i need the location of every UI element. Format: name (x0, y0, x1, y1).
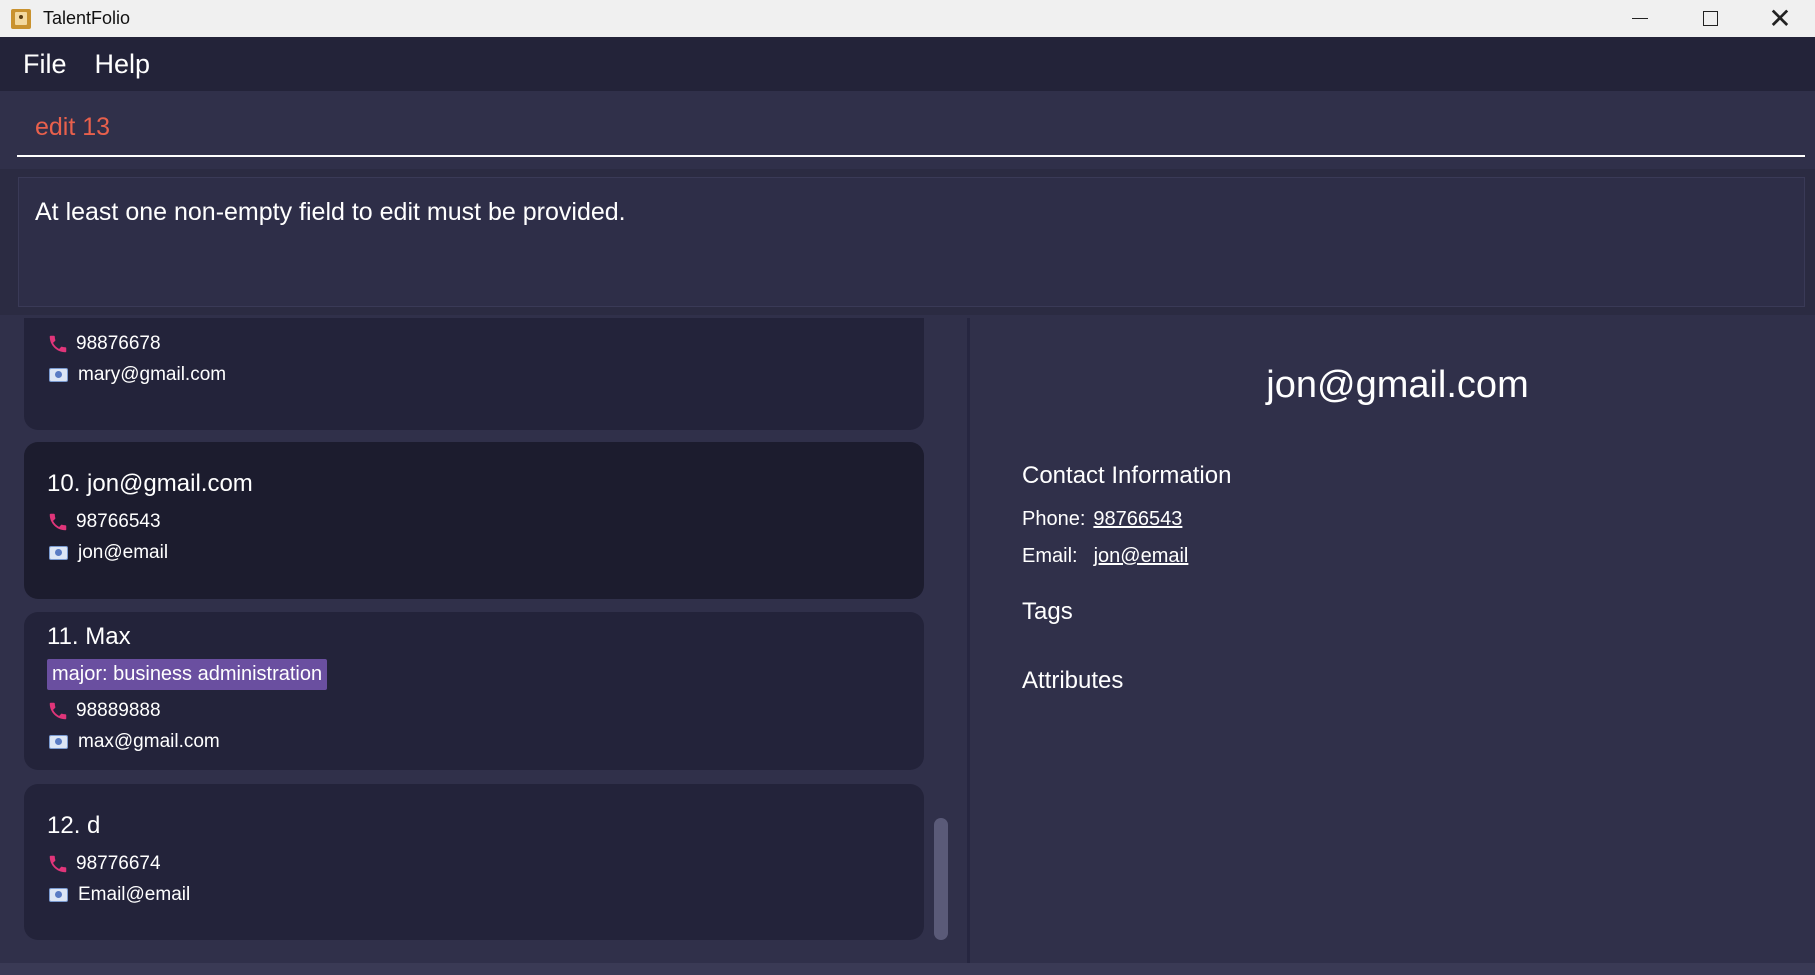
email-row: max@gmail.com (47, 726, 924, 757)
close-button[interactable]: ✕ (1745, 0, 1815, 37)
email-row: Email@email (47, 879, 924, 910)
menu-bar: File Help (0, 37, 1815, 91)
phone-icon (49, 513, 67, 530)
command-box (0, 91, 1815, 169)
attributes-heading: Attributes (1022, 667, 1124, 694)
person-name: 10. jon@gmail.com (47, 470, 253, 497)
person-details-panel: jon@gmail.com Contact Information Phone:… (970, 318, 1815, 963)
person-list[interactable]: 98876678 mary@gmail.com 10. jon@gmail.co… (0, 318, 968, 963)
phone-row: 98889888 (47, 695, 924, 726)
email-icon (49, 887, 68, 902)
window-controls: ✕ (1605, 0, 1815, 37)
person-name: 11. Max (47, 623, 131, 650)
phone-number: 98889888 (76, 699, 161, 721)
app-icon (11, 8, 31, 29)
result-display: At least one non-empty field to edit mus… (18, 177, 1805, 307)
phone-number: 98776674 (76, 852, 161, 874)
bottom-edge (0, 963, 1815, 975)
person-name: 12. d (47, 812, 101, 839)
person-card[interactable]: 11. Max major: business administration 9… (24, 612, 924, 770)
phone-row: 98776674 (47, 848, 924, 879)
minimize-button[interactable] (1605, 0, 1675, 37)
menu-file[interactable]: File (23, 49, 67, 80)
email-row: mary@gmail.com (47, 359, 924, 390)
email-icon (49, 734, 68, 749)
details-email-row: Email: jon@email (1022, 545, 1188, 568)
close-icon: ✕ (1768, 1, 1792, 35)
contact-info-heading: Contact Information (1022, 462, 1232, 489)
maximize-button[interactable] (1675, 0, 1745, 37)
tag-label: major: business administration (47, 659, 328, 690)
phone-number: 98876678 (76, 332, 161, 354)
phone-link[interactable]: 98766543 (1093, 508, 1182, 531)
person-card[interactable]: 12. d 98776674 Email@email (24, 784, 924, 940)
menu-help[interactable]: Help (95, 49, 151, 80)
result-display-container: At least one non-empty field to edit mus… (0, 169, 1815, 315)
person-card[interactable]: 10. jon@gmail.com 98766543 jon@email (24, 442, 924, 599)
email-address: max@gmail.com (78, 730, 220, 752)
phone-row: 98766543 (47, 506, 924, 537)
phone-icon (49, 702, 67, 719)
email-row: jon@email (47, 537, 924, 568)
command-input[interactable] (17, 91, 1805, 157)
email-icon (49, 545, 68, 560)
phone-label: Phone: (1022, 508, 1086, 530)
tags-heading: Tags (1022, 598, 1073, 625)
email-label: Email: (1022, 545, 1078, 567)
phone-icon (49, 335, 67, 352)
person-card[interactable]: 98876678 mary@gmail.com (24, 318, 924, 430)
phone-row: 98876678 (47, 328, 924, 359)
minimize-icon (1632, 18, 1648, 19)
title-bar: TalentFolio ✕ (0, 0, 1815, 37)
maximize-icon (1702, 11, 1718, 26)
email-address: mary@gmail.com (78, 363, 227, 385)
phone-icon (49, 855, 67, 872)
email-icon (49, 367, 68, 382)
list-scrollbar[interactable] (934, 818, 948, 940)
email-link[interactable]: jon@email (1094, 545, 1189, 568)
email-address: jon@email (78, 541, 169, 563)
email-address: Email@email (78, 883, 191, 905)
phone-number: 98766543 (76, 510, 161, 532)
window-title: TalentFolio (43, 8, 131, 28)
details-title: jon@gmail.com (1266, 364, 1529, 406)
details-phone-row: Phone: 98766543 (1022, 508, 1182, 531)
